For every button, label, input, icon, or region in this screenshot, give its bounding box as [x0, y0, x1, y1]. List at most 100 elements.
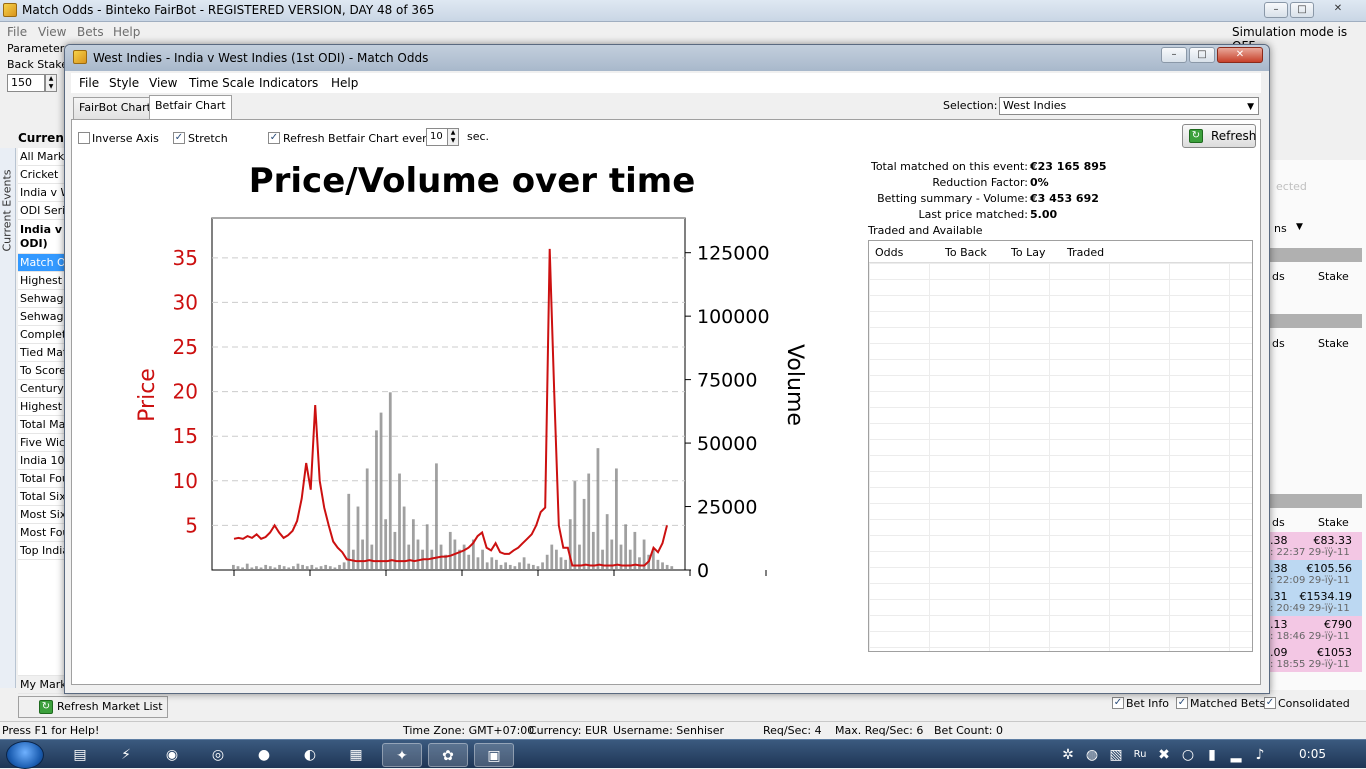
main-menu-help[interactable]: Help	[113, 25, 140, 39]
volume-tick-label: 125000	[697, 243, 770, 265]
traded-available-table[interactable]: Odds To Back To Lay Traded	[868, 240, 1253, 652]
market-item[interactable]: Most Fou	[18, 524, 68, 542]
current-events-vertical-tab[interactable]: Current Events	[0, 148, 16, 688]
tray-icon[interactable]: ✖	[1154, 743, 1174, 767]
back-stake-spinner[interactable]: ▲ ▼	[45, 74, 57, 92]
volume-tick-label: 75000	[697, 370, 757, 392]
right-band	[1262, 248, 1362, 262]
dialog-menu-file[interactable]: File	[79, 76, 99, 90]
bet-time: : 20:49 29-ïÿ-11	[1270, 603, 1350, 614]
price-tick-label: 20	[173, 380, 198, 404]
tray-icon[interactable]: ▮	[1202, 743, 1222, 767]
calculator-icon[interactable]: ▦	[336, 743, 376, 767]
market-item[interactable]: Highest I	[18, 398, 68, 416]
market-item[interactable]: India 10	[18, 452, 68, 470]
market-item[interactable]: Century S	[18, 380, 68, 398]
market-list: All Market Cricket India v W ODI Serie I…	[18, 148, 70, 694]
column-header-to-lay[interactable]: To Lay	[1011, 246, 1045, 259]
fairbot-taskbar-icon[interactable]: ✦	[382, 743, 422, 767]
main-close-button[interactable]: ✕	[1318, 2, 1358, 18]
language-indicator[interactable]: Ru	[1130, 743, 1150, 767]
market-item[interactable]: Complete	[18, 326, 68, 344]
market-item[interactable]: Total Sixe	[18, 488, 68, 506]
explorer-icon[interactable]: ▤	[60, 743, 100, 767]
column-header-to-back[interactable]: To Back	[945, 246, 987, 259]
app-icon[interactable]: ⚡	[106, 743, 146, 767]
market-item[interactable]: To Score	[18, 362, 68, 380]
start-button[interactable]	[6, 741, 44, 769]
tab-betfair-chart[interactable]: Betfair Chart	[149, 95, 232, 119]
market-item[interactable]: Five Wick	[18, 434, 68, 452]
status-username: Username: Senhiser	[613, 724, 725, 737]
tab-fairbot-chart[interactable]: FairBot Chart	[73, 97, 157, 119]
market-item[interactable]: Total Mat	[18, 416, 68, 434]
market-item[interactable]: Top India	[18, 542, 68, 560]
globe-icon[interactable]: ◉	[152, 743, 192, 767]
opera-icon[interactable]: ○	[1178, 743, 1198, 767]
volume-bar	[462, 544, 466, 570]
matched-bet-row[interactable]: .09 €1053: 18:55 29-ïÿ-11	[1262, 644, 1362, 672]
main-menu-view[interactable]: View	[38, 25, 66, 39]
clock[interactable]: 0:05	[1299, 747, 1326, 761]
main-minimize-button[interactable]: –	[1264, 2, 1288, 18]
refresh-market-list-button[interactable]: ↻ Refresh Market List	[18, 696, 168, 718]
column-header-odds[interactable]: Odds	[875, 246, 903, 259]
volume-axis-label: Volume	[782, 344, 807, 426]
dialog-maximize-button[interactable]: □	[1189, 47, 1215, 63]
matched-bet-row[interactable]: .31 €1534.19: 20:49 29-ïÿ-11	[1262, 588, 1362, 616]
dialog-menu-indicators[interactable]: Indicators	[259, 76, 318, 90]
dialog-menu-view[interactable]: View	[149, 76, 177, 90]
volume-bar	[370, 544, 374, 570]
volume-icon[interactable]: ♪	[1250, 743, 1270, 767]
market-item[interactable]: Total Fou	[18, 470, 68, 488]
dialog-minimize-button[interactable]: –	[1161, 47, 1187, 63]
network-icon[interactable]: ▂	[1226, 743, 1246, 767]
tray-icon[interactable]: ▧	[1106, 743, 1126, 767]
volume-bar	[296, 563, 300, 570]
dialog-menu-time-scale[interactable]: Time Scale	[189, 76, 254, 90]
green-app-icon[interactable]: ✿	[428, 743, 468, 767]
market-item[interactable]: ODI Serie	[18, 202, 68, 220]
outlook-icon[interactable]: ◐	[290, 743, 330, 767]
volume-bar	[282, 566, 286, 570]
market-stats: Total matched on this event: €23 165 895…	[72, 120, 1262, 221]
market-item[interactable]: Most Sixe	[18, 506, 68, 524]
market-item-selected[interactable]: Match Od	[18, 254, 68, 272]
right-faded-tab[interactable]: ected	[1276, 180, 1307, 193]
bet-stake: €83.33	[1313, 534, 1353, 547]
main-maximize-button[interactable]: □	[1290, 2, 1314, 18]
matched-bet-row[interactable]: .38 €83.33: 22:37 29-ïÿ-11	[1262, 532, 1362, 560]
bet-info-checkbox[interactable]: ✓	[1112, 697, 1124, 709]
my-markets-tab[interactable]: My Marke	[18, 676, 68, 694]
volume-bar	[522, 557, 526, 570]
market-item[interactable]: India v W	[18, 184, 68, 202]
matched-bet-row[interactable]: .38 €105.56: 22:09 29-ïÿ-11	[1262, 560, 1362, 588]
chevron-down-icon[interactable]: ▼	[1296, 222, 1303, 232]
dialog-menu-style[interactable]: Style	[109, 76, 139, 90]
market-item[interactable]: Sehwag v	[18, 308, 68, 326]
matched-bet-row[interactable]: .13 €790: 18:46 29-ïÿ-11	[1262, 616, 1362, 644]
chrome-icon[interactable]: ◎	[198, 743, 238, 767]
dialog-close-button[interactable]: ✕	[1217, 47, 1263, 63]
main-menu-bets[interactable]: Bets	[77, 25, 104, 39]
matched-bets-checkbox[interactable]: ✓	[1176, 697, 1188, 709]
tray-icon[interactable]: ◍	[1082, 743, 1102, 767]
market-item-event[interactable]: India v ODI)	[18, 220, 68, 254]
market-item[interactable]: Highest 1	[18, 272, 68, 290]
column-header-traded[interactable]: Traded	[1067, 246, 1104, 259]
price-tick-label: 30	[173, 290, 198, 314]
chart-app-icon[interactable]: ▣	[474, 743, 514, 767]
main-menu-file[interactable]: File	[7, 25, 27, 39]
right-combo-text[interactable]: ns	[1274, 222, 1287, 235]
dialog-menu-help[interactable]: Help	[331, 76, 358, 90]
firefox-icon[interactable]: ●	[244, 743, 284, 767]
market-item[interactable]: Tied Matc	[18, 344, 68, 362]
market-item[interactable]: All Market	[18, 148, 68, 166]
market-item[interactable]: Sehwag v	[18, 290, 68, 308]
back-stake-input[interactable]: 150	[7, 74, 45, 92]
consolidated-checkbox[interactable]: ✓	[1264, 697, 1276, 709]
market-item[interactable]: Cricket	[18, 166, 68, 184]
tray-icon[interactable]: ✲	[1058, 743, 1078, 767]
selection-dropdown[interactable]: West Indies ▼	[999, 97, 1259, 115]
price-tick-label: 10	[173, 469, 198, 493]
